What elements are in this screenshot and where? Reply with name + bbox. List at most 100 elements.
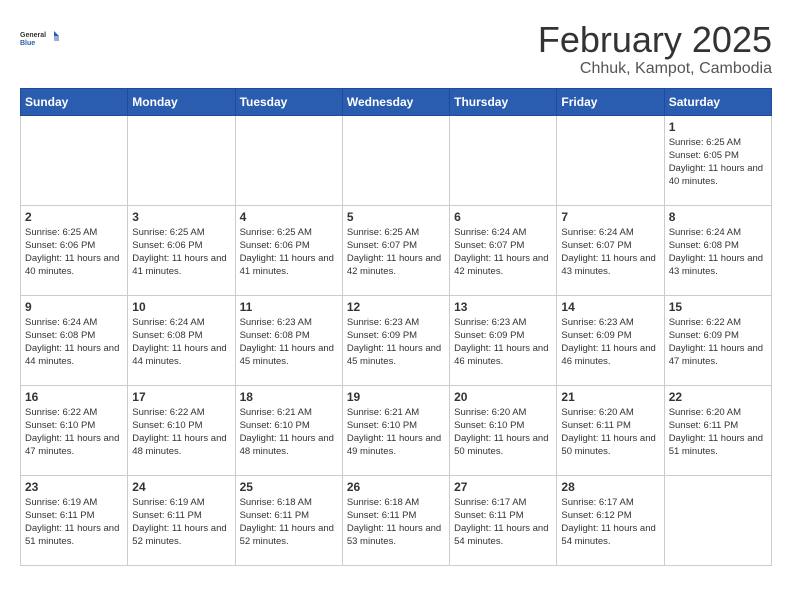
day-cell-3-3: 19 Sunrise: 6:21 AM Sunset: 6:10 PM Dayli… xyxy=(342,385,449,475)
day-number: 23 xyxy=(25,480,123,494)
day-info: Sunrise: 6:23 AM Sunset: 6:09 PM Dayligh… xyxy=(454,316,552,369)
day-cell-3-4: 20 Sunrise: 6:20 AM Sunset: 6:10 PM Dayli… xyxy=(450,385,557,475)
day-info: Sunrise: 6:22 AM Sunset: 6:09 PM Dayligh… xyxy=(669,316,767,369)
calendar-header-row: Sunday Monday Tuesday Wednesday Thursday… xyxy=(21,88,772,115)
day-number: 26 xyxy=(347,480,445,494)
day-cell-0-5 xyxy=(557,115,664,205)
day-info: Sunrise: 6:20 AM Sunset: 6:10 PM Dayligh… xyxy=(454,406,552,459)
day-number: 20 xyxy=(454,390,552,404)
day-cell-0-4 xyxy=(450,115,557,205)
svg-text:Blue: Blue xyxy=(20,40,35,47)
day-number: 13 xyxy=(454,300,552,314)
day-cell-3-1: 17Sunrise: 6:22 AM Sunset: 6:10 PM Dayli… xyxy=(128,385,235,475)
col-sunday: Sunday xyxy=(21,88,128,115)
day-cell-0-2 xyxy=(235,115,342,205)
day-cell-0-6: 1 Sunrise: 6:25 AM Sunset: 6:05 PM Daylig… xyxy=(664,115,771,205)
calendar-table: Sunday Monday Tuesday Wednesday Thursday… xyxy=(20,88,772,566)
day-number: 5 xyxy=(347,210,445,224)
calendar-title: February 2025 xyxy=(538,20,772,60)
page-header: General Blue February 2025 Chhuk, Kampot… xyxy=(20,20,772,78)
week-row-2: 9 Sunrise: 6:24 AM Sunset: 6:08 PM Daylig… xyxy=(21,295,772,385)
day-cell-1-1: 3Sunrise: 6:25 AM Sunset: 6:06 PM Daylig… xyxy=(128,205,235,295)
day-cell-4-6 xyxy=(664,475,771,565)
col-saturday: Saturday xyxy=(664,88,771,115)
day-info: Sunrise: 6:23 AM Sunset: 6:08 PM Dayligh… xyxy=(240,316,338,369)
title-block: February 2025 Chhuk, Kampot, Cambodia xyxy=(538,20,772,78)
day-info: Sunrise: 6:18 AM Sunset: 6:11 PM Dayligh… xyxy=(240,496,338,549)
day-info: Sunrise: 6:24 AM Sunset: 6:07 PM Dayligh… xyxy=(454,226,552,279)
calendar-body: 1 Sunrise: 6:25 AM Sunset: 6:05 PM Daylig… xyxy=(21,115,772,565)
day-number: 12 xyxy=(347,300,445,314)
day-number: 24 xyxy=(132,480,230,494)
day-info: Sunrise: 6:18 AM Sunset: 6:11 PM Dayligh… xyxy=(347,496,445,549)
day-number: 16 xyxy=(25,390,123,404)
day-cell-2-3: 12 Sunrise: 6:23 AM Sunset: 6:09 PM Dayli… xyxy=(342,295,449,385)
week-row-4: 23 Sunrise: 6:19 AM Sunset: 6:11 PM Dayli… xyxy=(21,475,772,565)
day-info: Sunrise: 6:24 AM Sunset: 6:08 PM Dayligh… xyxy=(669,226,767,279)
svg-text:General: General xyxy=(20,32,46,39)
day-number: 6 xyxy=(454,210,552,224)
day-number: 18 xyxy=(240,390,338,404)
day-number: 2 xyxy=(25,210,123,224)
day-info: Sunrise: 6:24 AM Sunset: 6:08 PM Dayligh… xyxy=(132,316,230,369)
day-cell-0-1 xyxy=(128,115,235,205)
day-number: 14 xyxy=(561,300,659,314)
day-number: 10 xyxy=(132,300,230,314)
day-info: Sunrise: 6:23 AM Sunset: 6:09 PM Dayligh… xyxy=(347,316,445,369)
week-row-0: 1 Sunrise: 6:25 AM Sunset: 6:05 PM Daylig… xyxy=(21,115,772,205)
day-cell-3-2: 18 Sunrise: 6:21 AM Sunset: 6:10 PM Dayli… xyxy=(235,385,342,475)
day-cell-0-3 xyxy=(342,115,449,205)
day-number: 7 xyxy=(561,210,659,224)
day-cell-1-6: 8 Sunrise: 6:24 AM Sunset: 6:08 PM Daylig… xyxy=(664,205,771,295)
week-row-3: 16 Sunrise: 6:22 AM Sunset: 6:10 PM Dayli… xyxy=(21,385,772,475)
day-number: 8 xyxy=(669,210,767,224)
day-cell-3-6: 22 Sunrise: 6:20 AM Sunset: 6:11 PM Dayli… xyxy=(664,385,771,475)
day-info: Sunrise: 6:21 AM Sunset: 6:10 PM Dayligh… xyxy=(347,406,445,459)
day-number: 9 xyxy=(25,300,123,314)
logo-svg: General Blue xyxy=(20,20,60,56)
day-cell-2-0: 9 Sunrise: 6:24 AM Sunset: 6:08 PM Daylig… xyxy=(21,295,128,385)
day-cell-1-2: 4 Sunrise: 6:25 AM Sunset: 6:06 PM Daylig… xyxy=(235,205,342,295)
day-info: Sunrise: 6:25 AM Sunset: 6:05 PM Dayligh… xyxy=(669,136,767,189)
day-cell-3-5: 21Sunrise: 6:20 AM Sunset: 6:11 PM Dayli… xyxy=(557,385,664,475)
day-cell-4-0: 23 Sunrise: 6:19 AM Sunset: 6:11 PM Dayli… xyxy=(21,475,128,565)
day-number: 25 xyxy=(240,480,338,494)
day-info: Sunrise: 6:21 AM Sunset: 6:10 PM Dayligh… xyxy=(240,406,338,459)
day-number: 27 xyxy=(454,480,552,494)
day-cell-1-4: 6 Sunrise: 6:24 AM Sunset: 6:07 PM Daylig… xyxy=(450,205,557,295)
day-info: Sunrise: 6:20 AM Sunset: 6:11 PM Dayligh… xyxy=(669,406,767,459)
day-info: Sunrise: 6:24 AM Sunset: 6:07 PM Dayligh… xyxy=(561,226,659,279)
day-number: 28 xyxy=(561,480,659,494)
col-friday: Friday xyxy=(557,88,664,115)
day-info: Sunrise: 6:25 AM Sunset: 6:06 PM Dayligh… xyxy=(240,226,338,279)
day-cell-2-4: 13 Sunrise: 6:23 AM Sunset: 6:09 PM Dayli… xyxy=(450,295,557,385)
col-thursday: Thursday xyxy=(450,88,557,115)
day-number: 4 xyxy=(240,210,338,224)
day-number: 19 xyxy=(347,390,445,404)
day-cell-1-0: 2 Sunrise: 6:25 AM Sunset: 6:06 PM Daylig… xyxy=(21,205,128,295)
week-row-1: 2 Sunrise: 6:25 AM Sunset: 6:06 PM Daylig… xyxy=(21,205,772,295)
day-number: 22 xyxy=(669,390,767,404)
day-info: Sunrise: 6:17 AM Sunset: 6:11 PM Dayligh… xyxy=(454,496,552,549)
day-info: Sunrise: 6:25 AM Sunset: 6:06 PM Dayligh… xyxy=(25,226,123,279)
day-number: 1 xyxy=(669,120,767,134)
day-info: Sunrise: 6:25 AM Sunset: 6:06 PM Dayligh… xyxy=(132,226,230,279)
day-info: Sunrise: 6:19 AM Sunset: 6:11 PM Dayligh… xyxy=(132,496,230,549)
day-cell-4-1: 24 Sunrise: 6:19 AM Sunset: 6:11 PM Dayli… xyxy=(128,475,235,565)
day-cell-1-3: 5Sunrise: 6:25 AM Sunset: 6:07 PM Daylig… xyxy=(342,205,449,295)
day-cell-4-5: 28 Sunrise: 6:17 AM Sunset: 6:12 PM Dayli… xyxy=(557,475,664,565)
day-info: Sunrise: 6:22 AM Sunset: 6:10 PM Dayligh… xyxy=(25,406,123,459)
day-cell-0-0 xyxy=(21,115,128,205)
day-number: 15 xyxy=(669,300,767,314)
col-monday: Monday xyxy=(128,88,235,115)
day-number: 11 xyxy=(240,300,338,314)
day-info: Sunrise: 6:24 AM Sunset: 6:08 PM Dayligh… xyxy=(25,316,123,369)
day-info: Sunrise: 6:20 AM Sunset: 6:11 PM Dayligh… xyxy=(561,406,659,459)
day-info: Sunrise: 6:23 AM Sunset: 6:09 PM Dayligh… xyxy=(561,316,659,369)
day-info: Sunrise: 6:19 AM Sunset: 6:11 PM Dayligh… xyxy=(25,496,123,549)
day-cell-2-1: 10 Sunrise: 6:24 AM Sunset: 6:08 PM Dayli… xyxy=(128,295,235,385)
day-cell-1-5: 7 Sunrise: 6:24 AM Sunset: 6:07 PM Daylig… xyxy=(557,205,664,295)
day-cell-2-5: 14 Sunrise: 6:23 AM Sunset: 6:09 PM Dayli… xyxy=(557,295,664,385)
day-cell-3-0: 16 Sunrise: 6:22 AM Sunset: 6:10 PM Dayli… xyxy=(21,385,128,475)
day-info: Sunrise: 6:17 AM Sunset: 6:12 PM Dayligh… xyxy=(561,496,659,549)
